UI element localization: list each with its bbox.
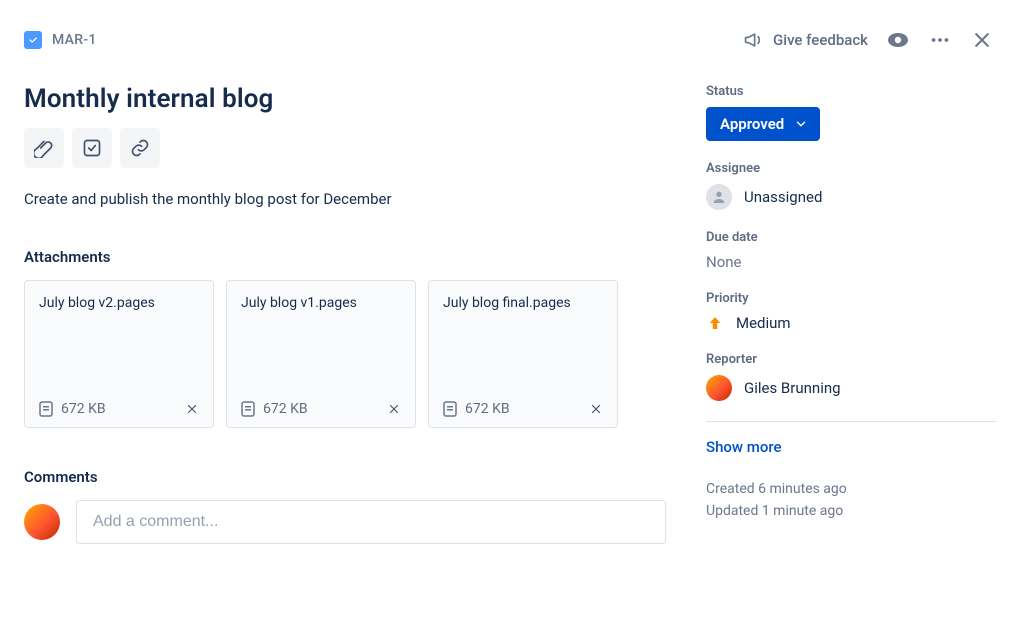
person-icon — [711, 189, 727, 205]
priority-medium-icon — [706, 314, 724, 332]
reporter-value: Giles Brunning — [744, 379, 841, 397]
status-field: Status Approved — [706, 84, 996, 141]
due-date-label: Due date — [706, 230, 996, 245]
priority-value: Medium — [736, 314, 791, 332]
link-icon — [130, 138, 150, 158]
attachment-card[interactable]: July blog final.pages 672 KB — [428, 280, 618, 428]
give-feedback-button[interactable]: Give feedback — [743, 30, 868, 50]
add-subtask-button[interactable] — [72, 128, 112, 168]
priority-field[interactable]: Priority Medium — [706, 291, 996, 332]
attachment-size: 672 KB — [61, 401, 106, 417]
attachment-name: July blog v2.pages — [39, 295, 199, 311]
attach-button[interactable] — [24, 128, 64, 168]
remove-attachment-button[interactable] — [387, 402, 401, 416]
close-icon — [387, 402, 401, 416]
show-more-link[interactable]: Show more — [706, 438, 996, 456]
assignee-avatar — [706, 184, 732, 210]
attachment-size: 672 KB — [263, 401, 308, 417]
attachment-name: July blog v1.pages — [241, 295, 401, 311]
comments-section-title: Comments — [24, 468, 666, 486]
page-title[interactable]: Monthly internal blog — [24, 84, 666, 114]
divider — [706, 421, 996, 422]
issue-key-text: MAR-1 — [52, 32, 97, 48]
assignee-label: Assignee — [706, 161, 996, 176]
feedback-label: Give feedback — [773, 31, 868, 49]
doc-icon — [241, 401, 255, 417]
breadcrumb: MAR-1 — [24, 24, 666, 56]
comment-composer — [24, 500, 666, 544]
attachment-name: July blog final.pages — [443, 295, 603, 311]
issue-key-link[interactable]: MAR-1 — [24, 31, 97, 49]
created-meta: Created 6 minutes ago — [706, 478, 996, 500]
remove-attachment-button[interactable] — [185, 402, 199, 416]
remove-attachment-button[interactable] — [589, 402, 603, 416]
chevron-down-icon — [794, 117, 808, 131]
attachments-list: July blog v2.pages 672 KB July blog v1.p… — [24, 280, 666, 428]
attach-icon — [34, 138, 54, 158]
attachment-card[interactable]: July blog v2.pages 672 KB — [24, 280, 214, 428]
attachment-card[interactable]: July blog v1.pages 672 KB — [226, 280, 416, 428]
issue-toolbar — [24, 128, 666, 168]
subtask-icon — [82, 138, 102, 158]
current-user-avatar — [24, 504, 60, 540]
doc-icon — [39, 401, 53, 417]
attachments-section-title: Attachments — [24, 248, 666, 266]
more-icon — [929, 29, 951, 51]
status-value: Approved — [720, 115, 784, 133]
status-label: Status — [706, 84, 996, 99]
assignee-field[interactable]: Assignee Unassigned — [706, 161, 996, 210]
assignee-value: Unassigned — [744, 188, 822, 206]
close-dialog-button[interactable] — [968, 26, 996, 54]
watch-icon — [886, 28, 910, 52]
more-actions-button[interactable] — [926, 26, 954, 54]
reporter-avatar — [706, 375, 732, 401]
due-date-value: None — [706, 253, 996, 271]
megaphone-icon — [743, 30, 763, 50]
comment-input[interactable] — [76, 500, 666, 544]
close-icon — [972, 30, 992, 50]
status-dropdown[interactable]: Approved — [706, 107, 820, 141]
doc-icon — [443, 401, 457, 417]
close-icon — [185, 402, 199, 416]
issue-description[interactable]: Create and publish the monthly blog post… — [24, 190, 666, 208]
updated-meta: Updated 1 minute ago — [706, 500, 996, 522]
watch-button[interactable] — [884, 26, 912, 54]
link-button[interactable] — [120, 128, 160, 168]
issue-type-icon — [24, 31, 42, 49]
attachment-size: 672 KB — [465, 401, 510, 417]
close-icon — [589, 402, 603, 416]
reporter-field[interactable]: Reporter Giles Brunning — [706, 352, 996, 401]
due-date-field[interactable]: Due date None — [706, 230, 996, 271]
reporter-label: Reporter — [706, 352, 996, 367]
priority-label: Priority — [706, 291, 996, 306]
